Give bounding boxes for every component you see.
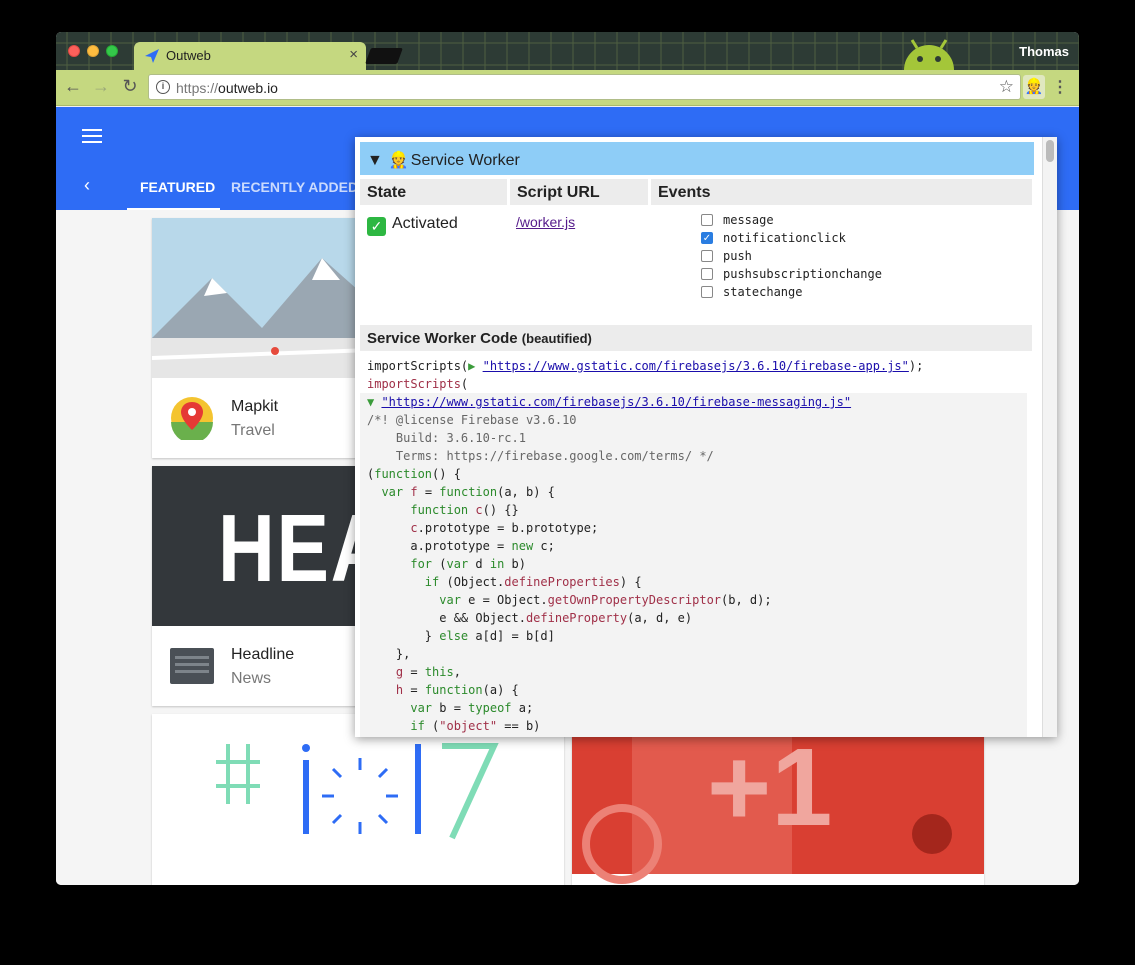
back-button[interactable]: ← [62,76,84,97]
service-worker-extension-icon[interactable]: 👷 [1023,75,1045,99]
google-plus-banner-text: +1 [707,726,833,849]
event-label: pushsubscriptionchange [723,267,882,281]
browser-window: Outweb × Thomas ← → ↻ i https://outweb.i… [56,32,1079,885]
code-line: /*! @license Firebase v3.6.10 Build: 3.6… [367,413,714,463]
code-section-header: Service Worker Code (beautified) [360,325,1032,351]
browser-toolbar: ← → ↻ i https://outweb.io ☆ 👷 ⋮ [56,70,1079,106]
worker-icon: 👷 [388,152,409,169]
event-checkbox[interactable] [701,286,713,298]
column-header-events: Events [651,179,1032,205]
google-plus-banner-image: +1 [572,714,984,884]
popup-scrollbar[interactable] [1042,137,1057,737]
url-scheme: https:// [176,80,219,96]
event-checkbox[interactable] [701,268,713,280]
outweb-favicon-icon [145,49,159,63]
android-mascot-icon [904,39,954,70]
bookmark-star-icon[interactable]: ☆ [999,77,1014,97]
column-header-state: State [360,179,507,205]
card-category: News [231,670,272,687]
browser-tab-outweb[interactable]: Outweb × [134,42,366,70]
tab-recently-added[interactable]: RECENTLY ADDED [231,179,358,195]
close-window-button[interactable] [68,45,80,57]
state-label: Activated [392,215,458,232]
event-checkbox[interactable] [701,250,713,262]
collapse-triangle-icon[interactable]: ▼ [367,395,381,409]
tab-title: Outweb [166,48,211,63]
collapse-triangle-icon[interactable]: ▼ [367,152,383,169]
io17-banner-image [152,714,564,874]
service-worker-popup: ▼ 👷 Service Worker State Script URL Events… [355,137,1057,737]
code-line: importScripts(▶ "https://www.gstatic.com… [367,359,924,373]
title-bar: Outweb × Thomas [56,32,1079,70]
activated-check-icon: ✓ [367,217,386,236]
profile-name[interactable]: Thomas [1019,44,1069,59]
minimize-window-button[interactable] [87,45,99,57]
active-tab-indicator [127,208,220,210]
script-url-link[interactable]: /worker.js [516,214,575,230]
card-category: Travel [231,422,275,439]
event-checkbox[interactable]: ✓ [701,232,713,244]
event-label: notificationclick [723,231,846,245]
tab-close-icon[interactable]: × [349,46,358,63]
scrollbar-thumb[interactable] [1046,140,1054,162]
new-tab-button[interactable] [365,48,403,64]
column-header-script-url: Script URL [510,179,648,205]
card-title: Mapkit [231,398,279,415]
forward-button[interactable]: → [90,76,112,97]
reload-button[interactable]: ↻ [119,76,141,97]
app-card-google-plus[interactable]: +1 [572,714,984,885]
site-info-icon[interactable]: i [156,80,170,94]
event-label: statechange [723,285,803,299]
address-bar[interactable]: i https://outweb.io ☆ [148,74,1021,100]
hamburger-menu-icon[interactable] [82,125,102,147]
event-label: push [723,249,752,263]
service-worker-section-header[interactable]: ▼ 👷 Service Worker [360,142,1034,175]
url-text[interactable]: https://outweb.io [176,80,278,96]
browser-menu-icon[interactable]: ⋮ [1052,77,1068,97]
app-card-io17[interactable] [152,714,564,885]
tabs-scroll-left-icon[interactable]: ‹ [84,175,90,196]
code-subtitle: (beautified) [521,331,592,346]
section-title: Service Worker [410,152,520,169]
event-checkbox[interactable] [701,214,713,226]
import-link-firebase-messaging[interactable]: "https://www.gstatic.com/firebasejs/3.6.… [381,395,851,409]
state-value: ✓ Activated [367,215,458,236]
event-label: message [723,213,774,227]
service-worker-code: importScripts( ▶ "https://www.gstatic.com… [367,357,1027,735]
maximize-window-button[interactable] [106,45,118,57]
expand-triangle-icon[interactable]: ▶ [468,359,482,373]
code-line: ▼ "https://www.gstatic.com/firebasejs/3.… [367,393,1027,411]
tab-featured[interactable]: FEATURED [140,179,215,195]
import-link-firebase-app[interactable]: "https://www.gstatic.com/firebasejs/3.6.… [483,359,909,373]
headline-app-icon [170,648,214,684]
code-line: (function() { var f = function(a, b) { f… [367,467,772,733]
url-host: outweb.io [218,80,278,96]
code-title: Service Worker Code [367,330,518,347]
code-line: importScripts( [367,377,469,391]
web-page: ‹ FEATURED RECENTLY ADDED Mapkit Travel [56,107,1079,885]
mapkit-app-icon [171,397,213,440]
card-title: Headline [231,646,295,663]
